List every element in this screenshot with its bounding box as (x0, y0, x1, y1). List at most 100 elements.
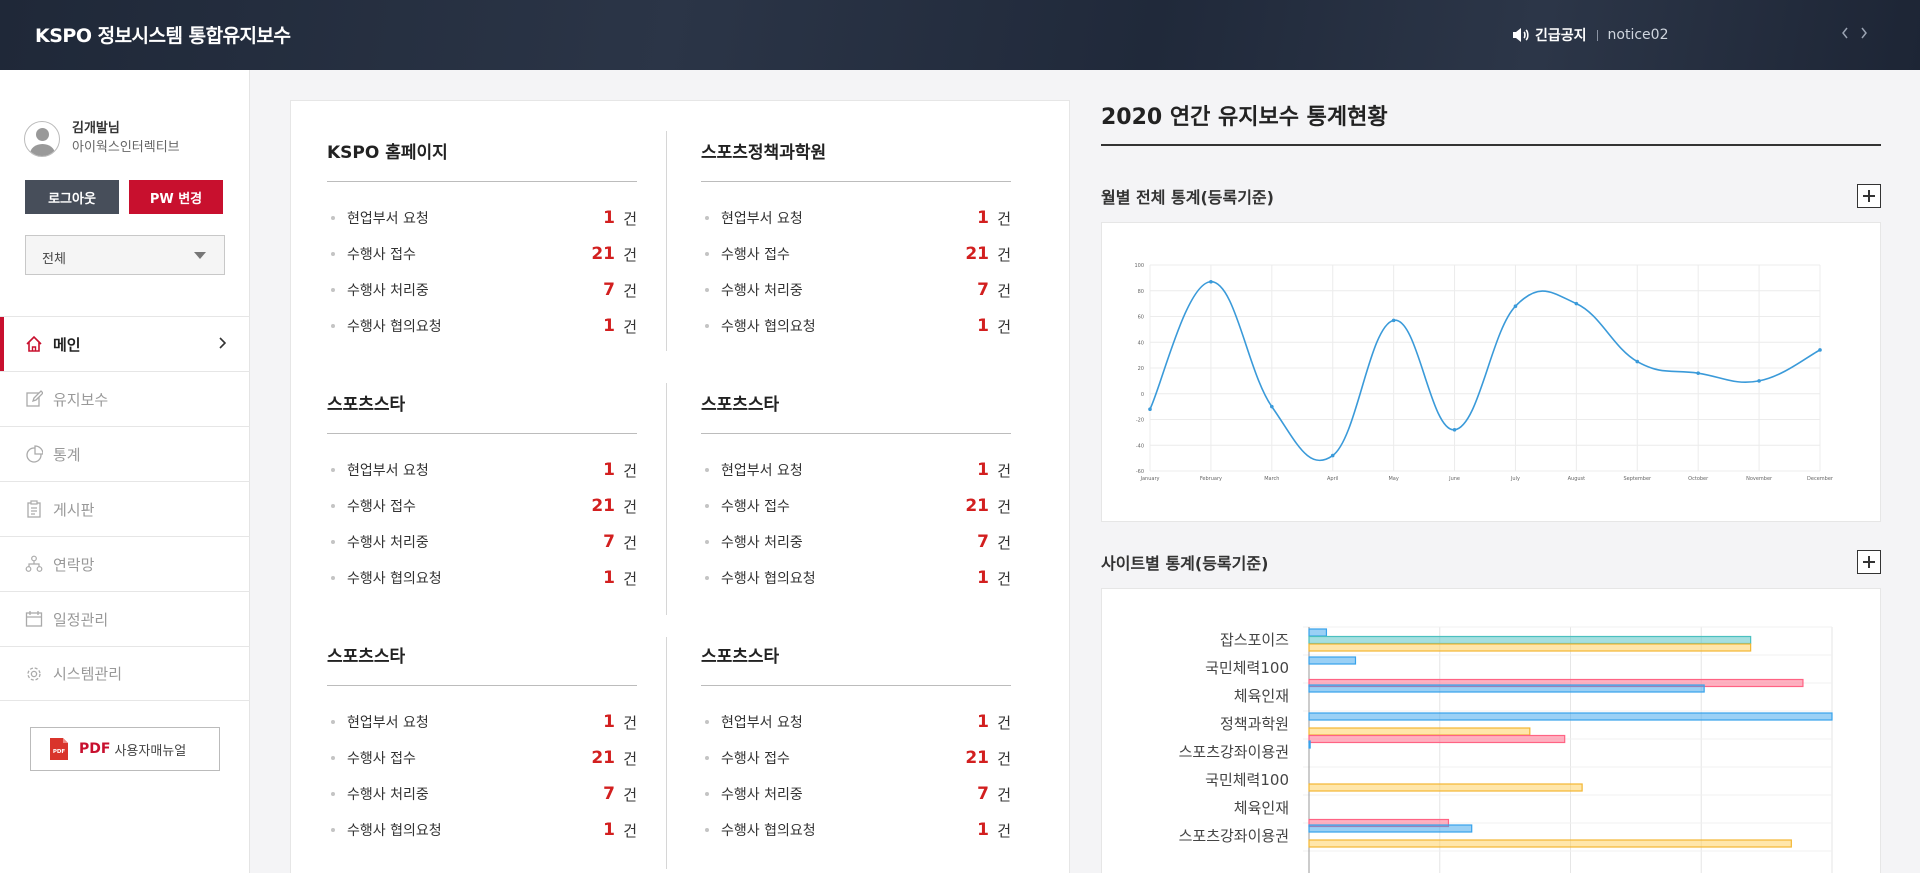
site-filter-select[interactable]: 전체 (25, 235, 225, 275)
status-unit: 건 (997, 497, 1011, 516)
monthly-chart-box: 100 80 60 40 20 0 -20 -40 -60 January February Marc… (1101, 222, 1881, 522)
status-unit: 건 (997, 749, 1011, 768)
data-point (1513, 304, 1518, 308)
clipboard-icon (27, 500, 41, 518)
status-count: 7 (603, 532, 615, 552)
status-unit: 건 (997, 821, 1011, 840)
data-point (1696, 371, 1700, 375)
status-label: 현업부서 요청 (347, 463, 429, 479)
status-count: 7 (977, 532, 989, 552)
calendar-icon (25, 611, 43, 627)
status-row[interactable]: 현업부서 요청 1 건 (701, 200, 1011, 236)
sidebar-item-board[interactable]: 게시판 (0, 481, 250, 536)
speaker-icon (1513, 28, 1529, 42)
status-label: 수행사 협의요청 (347, 571, 442, 587)
status-label: 수행사 처리중 (721, 283, 803, 299)
status-row[interactable]: 현업부서 요청 1 건 (701, 452, 1011, 488)
status-row[interactable]: 수행사 처리중 7 건 (701, 776, 1011, 812)
site-stats-more-button[interactable] (1857, 550, 1881, 574)
emergency-notice[interactable]: 긴급공지 notice02 (1512, 24, 1668, 46)
status-group: 스포츠정책과학원 현업부서 요청 1 건 수행사 접수 21 건 수행사 처리중 7 건 수… (701, 139, 1011, 344)
y-tick-label: 20 (1138, 366, 1144, 372)
status-row[interactable]: 수행사 처리중 7 건 (701, 524, 1011, 560)
x-tick-label: March (1264, 476, 1279, 482)
bar (1308, 712, 1833, 721)
notice-navigation (1840, 25, 1869, 41)
status-label: 수행사 협의요청 (721, 319, 816, 335)
status-unit: 건 (997, 569, 1011, 588)
status-row[interactable]: 수행사 협의요청 1 건 (327, 308, 637, 344)
pw-change-button[interactable]: PW 변경 (129, 180, 223, 214)
category-label: 정책과학원 (1220, 715, 1289, 733)
status-row[interactable]: 현업부서 요청 1 건 (327, 200, 637, 236)
bar (1308, 783, 1583, 792)
sidebar-item-label: 시스템관리 (53, 665, 123, 683)
status-unit: 건 (623, 785, 637, 804)
sidebar-item-maintenance[interactable]: 유지보수 (0, 371, 250, 426)
status-row[interactable]: 수행사 처리중 7 건 (327, 524, 637, 560)
status-unit: 건 (997, 785, 1011, 804)
statistics-title: 2020 연간 유지보수 통계현황 (1101, 105, 1388, 130)
status-row[interactable]: 수행사 처리중 7 건 (327, 272, 637, 308)
status-unit: 건 (997, 317, 1011, 336)
bar (1308, 656, 1357, 665)
sidebar-nav: 메인 유지보수 통계 게시판 연락망 일정관리 시스템관리 (0, 316, 250, 701)
top-header: KSPO 정보시스템 통합유지보수 긴급공지 notice02 (0, 0, 1920, 70)
status-row[interactable]: 수행사 접수 21 건 (327, 740, 637, 776)
monthly-stats-more-button[interactable] (1857, 184, 1881, 208)
bar (1308, 628, 1328, 637)
status-row[interactable]: 수행사 접수 21 건 (327, 236, 637, 272)
sidebar-item-statistics[interactable]: 통계 (0, 426, 250, 481)
data-point (1818, 348, 1822, 352)
status-count: 1 (603, 568, 615, 588)
status-count: 1 (977, 820, 989, 840)
sidebar-item-main[interactable]: 메인 (0, 316, 250, 372)
status-count: 21 (591, 244, 615, 264)
status-row[interactable]: 수행사 협의요청 1 건 (701, 308, 1011, 344)
y-tick-label: -40 (1136, 443, 1144, 449)
chevron-left-icon[interactable] (1840, 25, 1850, 41)
status-label: 수행사 접수 (721, 751, 790, 767)
group-title: KSPO 홈페이지 (327, 143, 448, 163)
bar (1308, 727, 1531, 736)
category-label: 체육인재 (1234, 687, 1289, 705)
status-unit: 건 (623, 713, 637, 732)
pdf-manual-button[interactable]: PDF PDF 사용자매뉴얼 (30, 727, 220, 771)
status-unit: 건 (997, 209, 1011, 228)
data-point (1391, 318, 1396, 323)
status-row[interactable]: 수행사 협의요청 1 건 (327, 812, 637, 848)
status-row[interactable]: 수행사 협의요청 1 건 (701, 560, 1011, 596)
bar (1308, 684, 1705, 693)
status-row[interactable]: 수행사 처리중 7 건 (701, 272, 1011, 308)
status-row[interactable]: 수행사 접수 21 건 (701, 740, 1011, 776)
status-count: 1 (603, 820, 615, 840)
chevron-right-icon[interactable] (1859, 25, 1869, 41)
sidebar-item-system[interactable]: 시스템관리 (0, 646, 250, 701)
avatar (24, 121, 60, 157)
status-unit: 건 (997, 713, 1011, 732)
group-title: 스포츠스타 (701, 647, 780, 667)
status-count: 1 (603, 316, 615, 336)
logout-button[interactable]: 로그아웃 (25, 180, 119, 214)
status-row[interactable]: 수행사 접수 21 건 (327, 488, 637, 524)
status-row[interactable]: 수행사 처리중 7 건 (327, 776, 637, 812)
status-row[interactable]: 수행사 접수 21 건 (701, 236, 1011, 272)
status-group: KSPO 홈페이지 현업부서 요청 1 건 수행사 접수 21 건 수행사 처리중 7 건 … (327, 139, 637, 344)
group-title: 스포츠정책과학원 (701, 143, 827, 163)
gear-icon (27, 666, 41, 681)
site-stats-title: 사이트별 통계(등록기준) (1101, 554, 1269, 573)
status-label: 수행사 협의요청 (721, 823, 816, 839)
status-unit: 건 (623, 245, 637, 264)
sidebar-item-contacts[interactable]: 연락망 (0, 536, 250, 591)
status-row[interactable]: 현업부서 요청 1 건 (327, 704, 637, 740)
sidebar-item-schedule[interactable]: 일정관리 (0, 591, 250, 646)
status-row[interactable]: 수행사 협의요청 1 건 (327, 560, 637, 596)
app-title[interactable]: KSPO 정보시스템 통합유지보수 (35, 21, 291, 48)
status-row[interactable]: 수행사 협의요청 1 건 (701, 812, 1011, 848)
status-row[interactable]: 현업부서 요청 1 건 (327, 452, 637, 488)
y-tick-label: 0 (1141, 392, 1144, 398)
notice-text[interactable]: notice02 (1608, 27, 1669, 43)
status-row[interactable]: 현업부서 요청 1 건 (701, 704, 1011, 740)
status-unit: 건 (623, 497, 637, 516)
status-row[interactable]: 수행사 접수 21 건 (701, 488, 1011, 524)
